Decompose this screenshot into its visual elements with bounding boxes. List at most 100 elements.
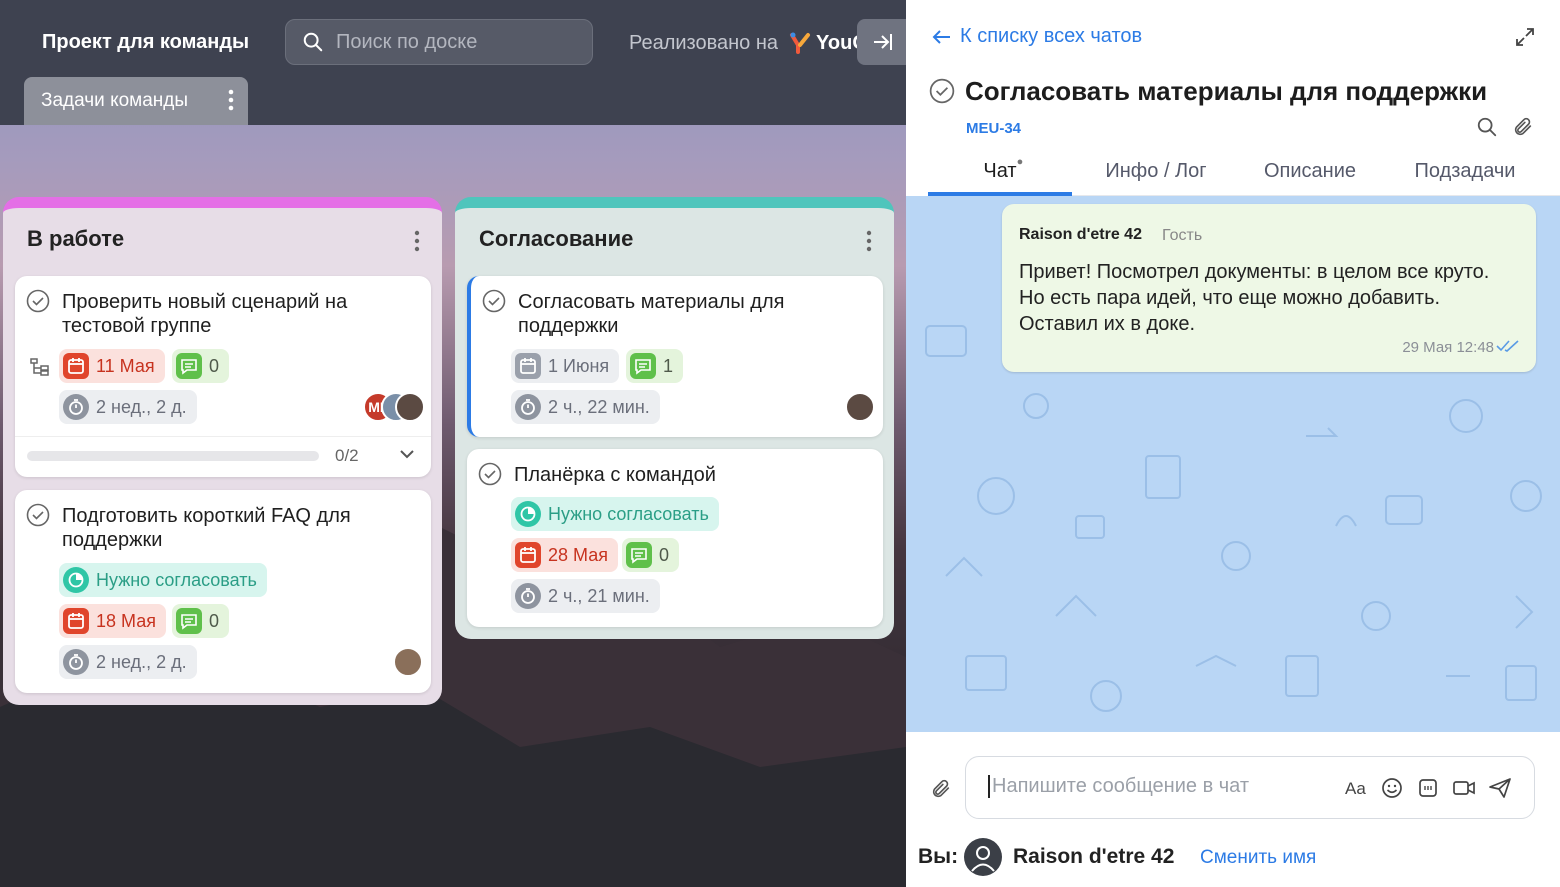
due-date-chip[interactable]: 28 Мая (511, 538, 618, 572)
svg-text:Aa: Aa (1345, 779, 1366, 798)
board-topbar: Проект для команды Реализовано на YouGil… (0, 0, 906, 125)
status-pie-icon (63, 567, 89, 593)
task-card-selected[interactable]: Согласовать материалы для поддержки 1 Ию… (467, 276, 883, 437)
time-tracker-chip[interactable]: 2 нед., 2 д. (59, 390, 197, 424)
time-spent: 2 ч., 21 мин. (548, 585, 650, 606)
message-composer[interactable]: Aa (965, 756, 1535, 819)
double-check-icon (1496, 340, 1519, 352)
avatar[interactable] (393, 647, 423, 677)
calendar-icon (63, 608, 89, 634)
time-tracker-chip[interactable]: 2 ч., 21 мин. (511, 579, 660, 613)
column-title: Согласование (479, 226, 634, 251)
task-card[interactable]: Проверить новый сценарий на тестовой гру… (15, 276, 431, 477)
time-spent: 2 нед., 2 д. (96, 396, 187, 417)
paperclip-icon[interactable] (1512, 116, 1534, 138)
tab-chat[interactable]: Чат ● (928, 150, 1072, 196)
calendar-icon (515, 353, 541, 379)
comments-count: 0 (209, 610, 220, 631)
kanban-board: Проект для команды Реализовано на YouGil… (0, 0, 906, 887)
check-circle-icon[interactable] (26, 503, 50, 527)
kebab-menu-icon[interactable] (414, 230, 420, 252)
comment-icon (630, 353, 656, 379)
kebab-menu-icon[interactable] (866, 230, 872, 252)
check-circle-icon[interactable] (26, 289, 50, 313)
yougile-logo-icon (790, 32, 811, 54)
back-link-label: К списку всех чатов (960, 25, 1143, 47)
stopwatch-icon (63, 394, 89, 420)
column-approval: Согласование Согласовать материалы для п… (455, 197, 894, 639)
message-time: 29 Мая 12:48 (1402, 339, 1494, 356)
card-divider (15, 436, 431, 437)
subtasks-progress-bar (27, 451, 319, 461)
send-icon[interactable] (1488, 777, 1512, 799)
task-title: Подготовить короткий FAQ для поддержки (62, 505, 351, 551)
due-date-chip[interactable]: 1 Июня (511, 349, 620, 383)
due-date-label: 1 Июня (548, 355, 610, 376)
message-line: Но есть пара идей, что еще можно добавит… (1019, 287, 1441, 309)
comments-chip[interactable]: 0 (622, 538, 680, 572)
current-user-label: Вы: (918, 845, 959, 868)
current-user-name: Raison d'etre 42 (1013, 845, 1175, 868)
tab-description[interactable]: Описание (1240, 150, 1380, 195)
time-tracker-chip[interactable]: 2 нед., 2 д. (59, 645, 197, 679)
user-avatar-icon (964, 838, 1002, 876)
check-circle-icon[interactable] (478, 462, 502, 486)
status-pie-icon (515, 501, 541, 527)
task-chat-panel: К списку всех чатов Согласовать материал… (906, 0, 1560, 887)
task-id[interactable]: MEU-34 (966, 120, 1021, 137)
text-format-icon[interactable]: Aa (1344, 777, 1368, 799)
board-tab-label: Задачи команды (41, 90, 189, 111)
due-date-chip[interactable]: 18 Мая (59, 604, 166, 638)
check-circle-icon[interactable] (482, 289, 506, 313)
status-chip[interactable]: Нужно согласовать (511, 497, 719, 531)
time-tracker-chip[interactable]: 2 ч., 22 мин. (511, 390, 660, 424)
task-card[interactable]: Подготовить короткий FAQ для поддержки Н… (15, 490, 431, 693)
tab-subtasks[interactable]: Подзадачи (1380, 150, 1550, 195)
change-name-link[interactable]: Сменить имя (1200, 847, 1316, 869)
tab-info-log[interactable]: Инфо / Лог (1072, 150, 1240, 195)
status-chip[interactable]: Нужно согласовать (59, 563, 267, 597)
paperclip-icon[interactable] (930, 777, 952, 801)
powered-by-label: Реализовано на (629, 31, 779, 54)
comments-chip[interactable]: 0 (172, 349, 230, 383)
gif-icon[interactable] (1418, 777, 1438, 799)
due-date-chip[interactable]: 11 Мая (59, 349, 165, 383)
project-title: Проект для команды (42, 31, 250, 53)
message-input[interactable] (988, 775, 1328, 798)
powered-by[interactable]: Реализовано на YouGile (629, 31, 890, 55)
task-title: Проверить новый сценарий на тестовой гру… (62, 291, 348, 337)
arrow-right-icon (874, 34, 892, 50)
expand-icon[interactable] (1514, 26, 1536, 48)
column-title: В работе (27, 226, 125, 251)
task-card[interactable]: Планёрка с командой Нужно согласовать 28… (467, 449, 883, 627)
message-author-role: Гость (1162, 227, 1203, 244)
check-circle-icon[interactable] (929, 78, 955, 104)
column-in-progress: В работе Проверить новый сценарий на тес… (3, 197, 442, 705)
calendar-icon (63, 353, 89, 379)
status-label: Нужно согласовать (96, 569, 257, 590)
search-icon[interactable] (1476, 116, 1498, 138)
chat-messages-area[interactable]: Raison d'etre 42 Гость Привет! Посмотрел… (906, 196, 1560, 732)
arrow-left-icon (932, 29, 950, 44)
comments-chip[interactable]: 1 (626, 349, 684, 383)
board-search-input[interactable] (336, 30, 576, 54)
avatar[interactable] (845, 392, 875, 422)
message-author[interactable]: Raison d'etre 42 (1019, 226, 1142, 244)
kebab-menu-icon[interactable] (228, 89, 234, 111)
comments-chip[interactable]: 0 (172, 604, 230, 638)
comments-count: 0 (209, 355, 220, 376)
message-bubble[interactable]: Raison d'etre 42 Гость Привет! Посмотрел… (1002, 204, 1536, 372)
board-search[interactable] (285, 19, 593, 65)
board-tab[interactable]: Задачи команды (24, 77, 248, 125)
chevron-down-icon[interactable] (399, 448, 415, 460)
video-icon[interactable] (1452, 777, 1476, 799)
search-icon (303, 32, 323, 52)
collapse-panel-button[interactable] (857, 19, 906, 65)
back-to-chats-link[interactable]: К списку всех чатов (932, 25, 1142, 48)
emoji-icon[interactable] (1381, 777, 1403, 799)
avatar[interactable] (395, 392, 425, 422)
message-text: Привет! Посмотрел документы: в целом все… (1019, 259, 1519, 337)
due-date-label: 28 Мая (548, 544, 608, 565)
task-title[interactable]: Согласовать материалы для поддержки (965, 76, 1487, 107)
task-tabs: Чат ● Инфо / Лог Описание Подзадачи (928, 150, 1560, 196)
